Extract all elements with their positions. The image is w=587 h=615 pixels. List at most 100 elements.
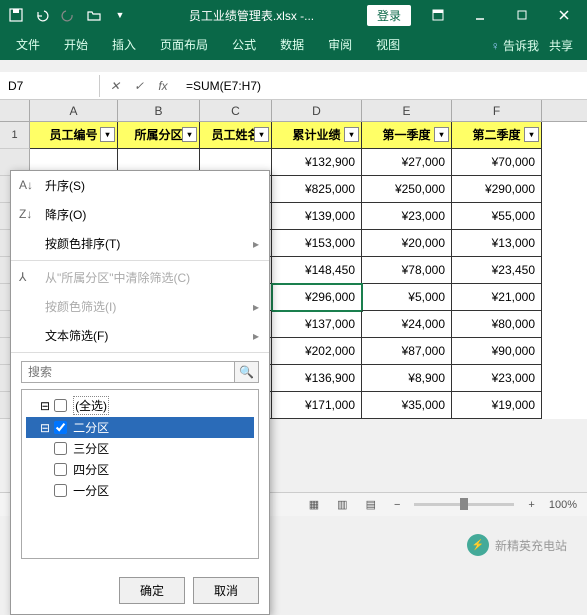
cell[interactable]: ¥78,000 <box>362 257 452 284</box>
zoom-out-icon[interactable]: − <box>390 499 404 511</box>
save-icon[interactable] <box>8 7 24 23</box>
tab-view[interactable]: 视图 <box>364 30 412 60</box>
col-header-E[interactable]: E <box>362 100 452 121</box>
cell[interactable]: ¥20,000 <box>362 230 452 257</box>
cell[interactable]: ¥23,000 <box>452 365 542 392</box>
tab-layout[interactable]: 页面布局 <box>148 30 220 60</box>
ok-button[interactable]: 确定 <box>119 577 185 604</box>
name-box[interactable]: D7 <box>0 75 100 97</box>
search-icon[interactable]: 🔍 <box>235 361 259 383</box>
cell[interactable]: ¥80,000 <box>452 311 542 338</box>
col-header-A[interactable]: A <box>30 100 118 121</box>
filter-dropdown-icon[interactable]: ▾ <box>254 127 269 142</box>
cell[interactable]: ¥153,000 <box>272 230 362 257</box>
fx-icon[interactable]: fx <box>154 77 172 95</box>
cell[interactable]: ¥90,000 <box>452 338 542 365</box>
cell[interactable]: ¥5,000 <box>362 284 452 311</box>
zoom-slider[interactable] <box>414 503 514 506</box>
sort-by-color[interactable]: 按颜色排序(T)▸ <box>11 229 269 258</box>
sort-desc-icon: Z↓ <box>19 207 35 223</box>
header-cell[interactable]: 第一季度▾ <box>362 122 452 149</box>
row-number[interactable]: 1 <box>0 122 30 149</box>
login-button[interactable]: 登录 <box>367 5 411 26</box>
cell[interactable]: ¥35,000 <box>362 392 452 419</box>
cell[interactable]: ¥250,000 <box>362 176 452 203</box>
tab-formula[interactable]: 公式 <box>220 30 268 60</box>
cell[interactable]: ¥825,000 <box>272 176 362 203</box>
cell[interactable]: ¥27,000 <box>362 149 452 176</box>
formula-input[interactable]: =SUM(E7:H7) <box>178 75 587 97</box>
tab-review[interactable]: 审阅 <box>316 30 364 60</box>
header-cell[interactable]: 员工编号▾ <box>30 122 118 149</box>
cell[interactable]: ¥19,000 <box>452 392 542 419</box>
submenu-arrow-icon: ▸ <box>253 329 259 343</box>
filter-search-input[interactable] <box>21 361 235 383</box>
cell[interactable]: ¥139,000 <box>272 203 362 230</box>
filter-dropdown-icon[interactable]: ▾ <box>434 127 449 142</box>
filter-item[interactable]: ⊟三分区 <box>26 438 254 459</box>
header-cell[interactable]: 员工姓名▾ <box>200 122 272 149</box>
cell[interactable]: ¥87,000 <box>362 338 452 365</box>
cell[interactable]: ¥8,900 <box>362 365 452 392</box>
cell[interactable]: ¥24,000 <box>362 311 452 338</box>
ribbon-options-icon[interactable] <box>419 1 457 29</box>
col-header-F[interactable]: F <box>452 100 542 121</box>
page-break-view-icon[interactable]: ▤ <box>362 498 380 511</box>
tell-me[interactable]: ♀ 告诉我 <box>491 37 539 54</box>
text-filters[interactable]: 文本筛选(F)▸ <box>11 321 269 350</box>
col-header-C[interactable]: C <box>200 100 272 121</box>
cell[interactable]: ¥148,450 <box>272 257 362 284</box>
cell[interactable]: ¥23,000 <box>362 203 452 230</box>
tab-insert[interactable]: 插入 <box>100 30 148 60</box>
cell[interactable]: ¥13,000 <box>452 230 542 257</box>
col-header-B[interactable]: B <box>118 100 200 121</box>
cell[interactable]: ¥21,000 <box>452 284 542 311</box>
sort-ascending[interactable]: A↓ 升序(S) <box>11 171 269 200</box>
cell[interactable]: ¥202,000 <box>272 338 362 365</box>
cell[interactable]: ¥55,000 <box>452 203 542 230</box>
normal-view-icon[interactable]: ▦ <box>305 498 323 511</box>
filter-checklist[interactable]: ⊟(全选) ⊟二分区 ⊟三分区 ⊟四分区 ⊟一分区 <box>21 389 259 559</box>
maximize-icon[interactable] <box>503 1 541 29</box>
sort-descending[interactable]: Z↓ 降序(O) <box>11 200 269 229</box>
filter-dropdown-icon[interactable]: ▾ <box>182 127 197 142</box>
share-button[interactable]: 共享 <box>549 37 573 54</box>
filter-dropdown-icon[interactable]: ▾ <box>524 127 539 142</box>
cell[interactable]: ¥132,900 <box>272 149 362 176</box>
open-icon[interactable] <box>86 7 102 23</box>
filter-dropdown-icon[interactable]: ▾ <box>100 127 115 142</box>
col-header-D[interactable]: D <box>272 100 362 121</box>
filter-dropdown-icon[interactable]: ▾ <box>344 127 359 142</box>
title-bar: ▼ 员工业绩管理表.xlsx -... 登录 <box>0 0 587 30</box>
header-cell[interactable]: 所属分区▾ <box>118 122 200 149</box>
filter-item[interactable]: ⊟四分区 <box>26 459 254 480</box>
close-icon[interactable] <box>545 1 583 29</box>
cell[interactable]: ¥70,000 <box>452 149 542 176</box>
zoom-in-icon[interactable]: + <box>524 499 538 511</box>
cell[interactable]: ¥23,450 <box>452 257 542 284</box>
cell[interactable]: ¥290,000 <box>452 176 542 203</box>
filter-item[interactable]: ⊟二分区 <box>26 417 254 438</box>
header-cell[interactable]: 第二季度▾ <box>452 122 542 149</box>
tab-file[interactable]: 文件 <box>4 30 52 60</box>
page-layout-view-icon[interactable]: ▥ <box>333 498 351 511</box>
qat-dropdown-icon[interactable]: ▼ <box>112 7 128 23</box>
zoom-level[interactable]: 100% <box>549 499 577 511</box>
cell[interactable]: ¥137,000 <box>272 311 362 338</box>
cell[interactable]: ¥296,000 <box>272 284 362 311</box>
cell[interactable]: ¥136,900 <box>272 365 362 392</box>
select-all-corner[interactable] <box>0 100 30 121</box>
filter-item-select-all[interactable]: ⊟(全选) <box>26 394 254 417</box>
filter-item[interactable]: ⊟一分区 <box>26 480 254 501</box>
cancel-formula-icon[interactable]: ✕ <box>106 77 124 95</box>
tab-data[interactable]: 数据 <box>268 30 316 60</box>
tab-home[interactable]: 开始 <box>52 30 100 60</box>
cell[interactable]: ¥171,000 <box>272 392 362 419</box>
accept-formula-icon[interactable]: ✓ <box>130 77 148 95</box>
cancel-button[interactable]: 取消 <box>193 577 259 604</box>
undo-icon[interactable] <box>34 7 50 23</box>
redo-icon[interactable] <box>60 7 76 23</box>
minimize-icon[interactable] <box>461 1 499 29</box>
ribbon-tabs: 文件 开始 插入 页面布局 公式 数据 审阅 视图 ♀ 告诉我 共享 <box>0 30 587 60</box>
header-cell[interactable]: 累计业绩▾ <box>272 122 362 149</box>
